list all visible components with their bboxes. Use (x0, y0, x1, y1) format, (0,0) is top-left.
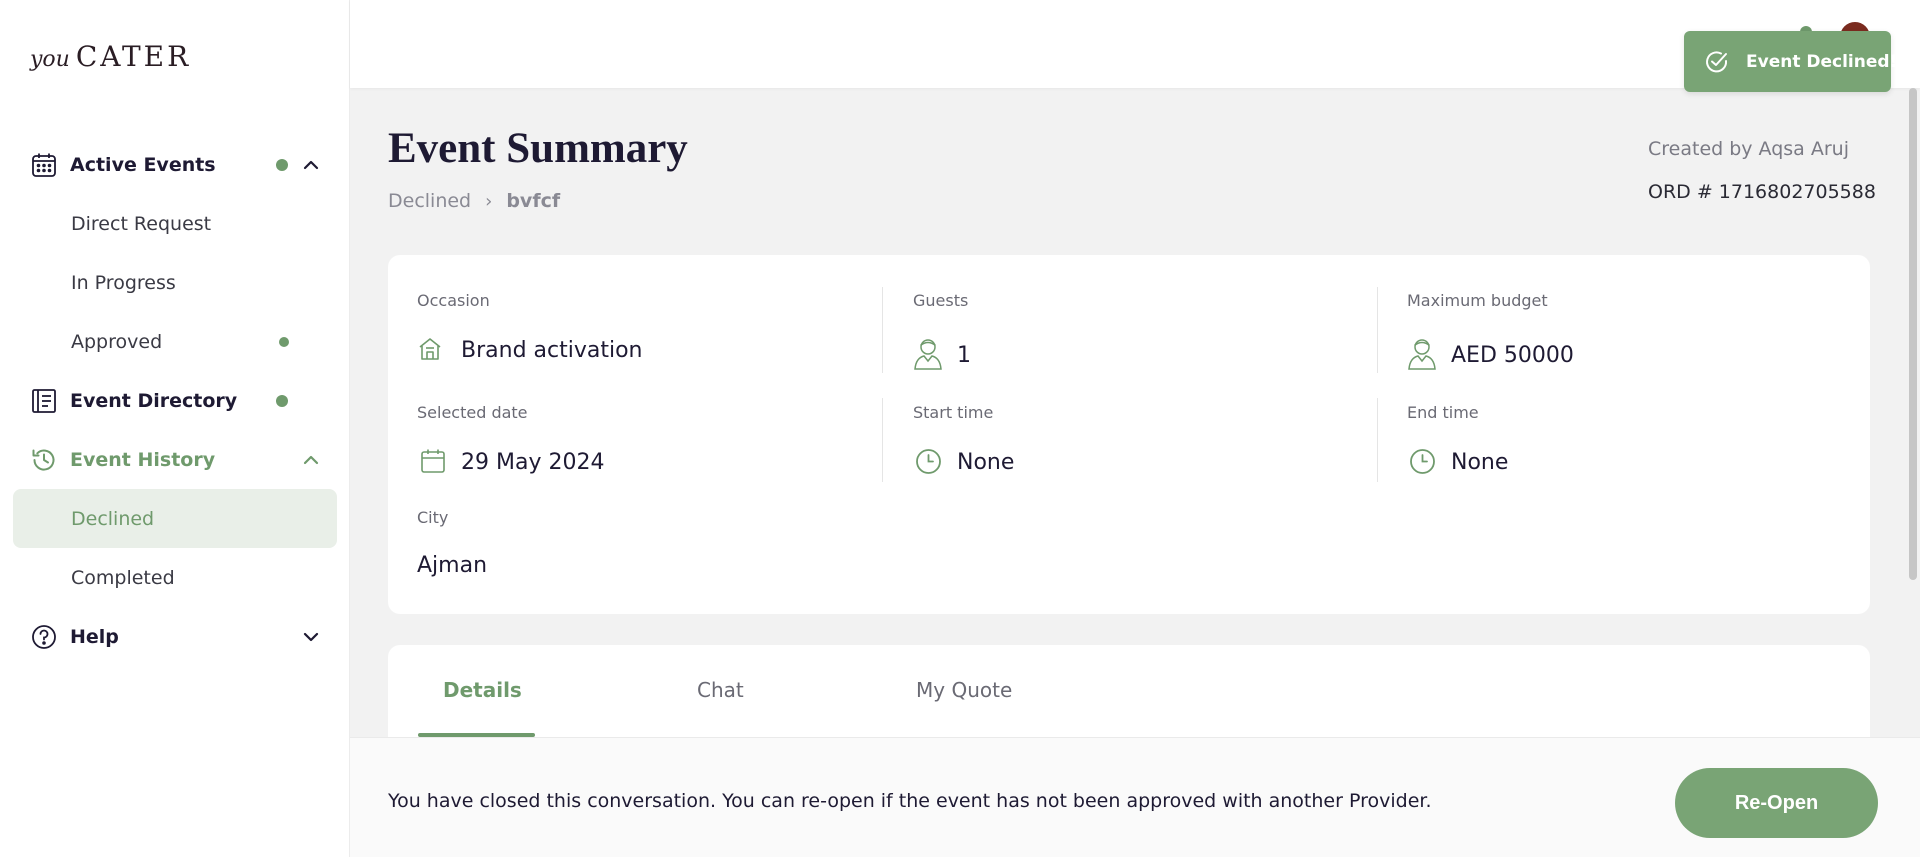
occasion-label: Occasion (417, 291, 490, 310)
chevron-up-icon[interactable] (300, 154, 322, 176)
divider (882, 287, 883, 373)
sidebar-item-in-progress[interactable]: In Progress (0, 253, 350, 312)
brand-name: CATER (75, 40, 192, 73)
tab-my-quote[interactable]: My Quote (916, 678, 1012, 702)
chevron-right-icon: › (485, 190, 493, 212)
divider (1377, 398, 1378, 482)
sidebar-item-declined[interactable]: Declined (13, 489, 337, 548)
sidebar-nav: Active Events Direct Request In Progress… (0, 135, 350, 666)
clock-icon (1410, 449, 1435, 474)
toast-message: Event Declined! (1746, 51, 1898, 72)
sidebar-item-label: In Progress (71, 271, 176, 294)
breadcrumb-current: bvfcf (506, 190, 561, 212)
page-title: Event Summary (388, 125, 688, 172)
check-circle-icon (1706, 50, 1728, 72)
nav-event-history-label: Event History (70, 448, 216, 471)
order-number: ORD # 1716802705588 (1648, 181, 1876, 203)
directory-icon (32, 388, 56, 413)
event-directory-status-dot (276, 394, 288, 407)
sidebar-item-label: Direct Request (71, 212, 212, 235)
tabs-card: Details Chat My Quote (388, 645, 1870, 745)
nav-event-directory[interactable]: Event Directory (0, 371, 350, 430)
brand-prefix: you (30, 47, 70, 72)
created-by-label: Created by (1648, 138, 1753, 160)
chevron-up-icon[interactable] (300, 449, 322, 471)
budget-label: Maximum budget (1407, 291, 1548, 310)
active-events-status-dot (276, 158, 288, 171)
sidebar-item-label: Completed (71, 566, 175, 589)
brand-logo[interactable]: you CATER (30, 40, 191, 73)
occasion-value: Brand activation (461, 338, 643, 363)
sidebar-item-label: Approved (71, 330, 163, 353)
city-label: City (417, 508, 449, 527)
nav-help-label: Help (70, 625, 119, 648)
nav-active-events-label: Active Events (70, 153, 216, 176)
approved-status-dot (279, 336, 289, 347)
budget-value: AED 50000 (1451, 343, 1574, 368)
divider (882, 398, 883, 482)
tab-details[interactable]: Details (443, 678, 522, 702)
city-value: Ajman (417, 553, 488, 578)
calendar-icon (421, 449, 445, 473)
sidebar-item-label: Declined (71, 507, 155, 530)
divider (1377, 287, 1378, 373)
scrollbar-thumb[interactable] (1909, 88, 1917, 580)
user-icon (1408, 339, 1436, 370)
date-value: 29 May 2024 (461, 450, 605, 475)
start-time-label: Start time (913, 403, 994, 422)
nav-help[interactable]: Help (0, 607, 350, 666)
date-label: Selected date (417, 403, 528, 422)
venue-icon (419, 338, 441, 360)
guests-value: 1 (957, 343, 971, 368)
clock-icon (916, 449, 941, 474)
sidebar: you CATER Active Events Direct Request I… (0, 0, 350, 857)
calendar-icon (32, 153, 56, 177)
conversation-closed-bar: You have closed this conversation. You c… (350, 737, 1920, 857)
sidebar-item-completed[interactable]: Completed (0, 548, 350, 607)
nav-active-events[interactable]: Active Events (0, 135, 350, 194)
history-icon (32, 449, 55, 471)
created-by: Created by Aqsa Aruj (1648, 138, 1849, 160)
end-time-label: End time (1407, 403, 1479, 422)
tab-chat[interactable]: Chat (697, 678, 744, 702)
closed-conversation-message: You have closed this conversation. You c… (388, 790, 1432, 812)
help-icon (32, 624, 56, 649)
event-summary-card: Occasion Brand activation Guests 1 Maxim… (388, 255, 1870, 614)
breadcrumb: Declined › bvfcf (388, 190, 560, 212)
nav-event-history[interactable]: Event History (0, 430, 350, 489)
sidebar-item-approved[interactable]: Approved (0, 312, 350, 371)
created-by-name: Aqsa Aruj (1758, 138, 1849, 160)
chevron-down-icon[interactable] (300, 626, 322, 648)
nav-event-directory-label: Event Directory (70, 389, 238, 412)
guests-label: Guests (913, 291, 969, 310)
breadcrumb-link-declined[interactable]: Declined (388, 190, 471, 212)
reopen-button[interactable]: Re-Open (1675, 768, 1878, 838)
start-time-value: None (957, 450, 1015, 475)
user-icon (914, 339, 942, 370)
end-time-value: None (1451, 450, 1509, 475)
sidebar-item-direct-request[interactable]: Direct Request (0, 194, 350, 253)
toast-notification: Event Declined! (1684, 31, 1897, 92)
